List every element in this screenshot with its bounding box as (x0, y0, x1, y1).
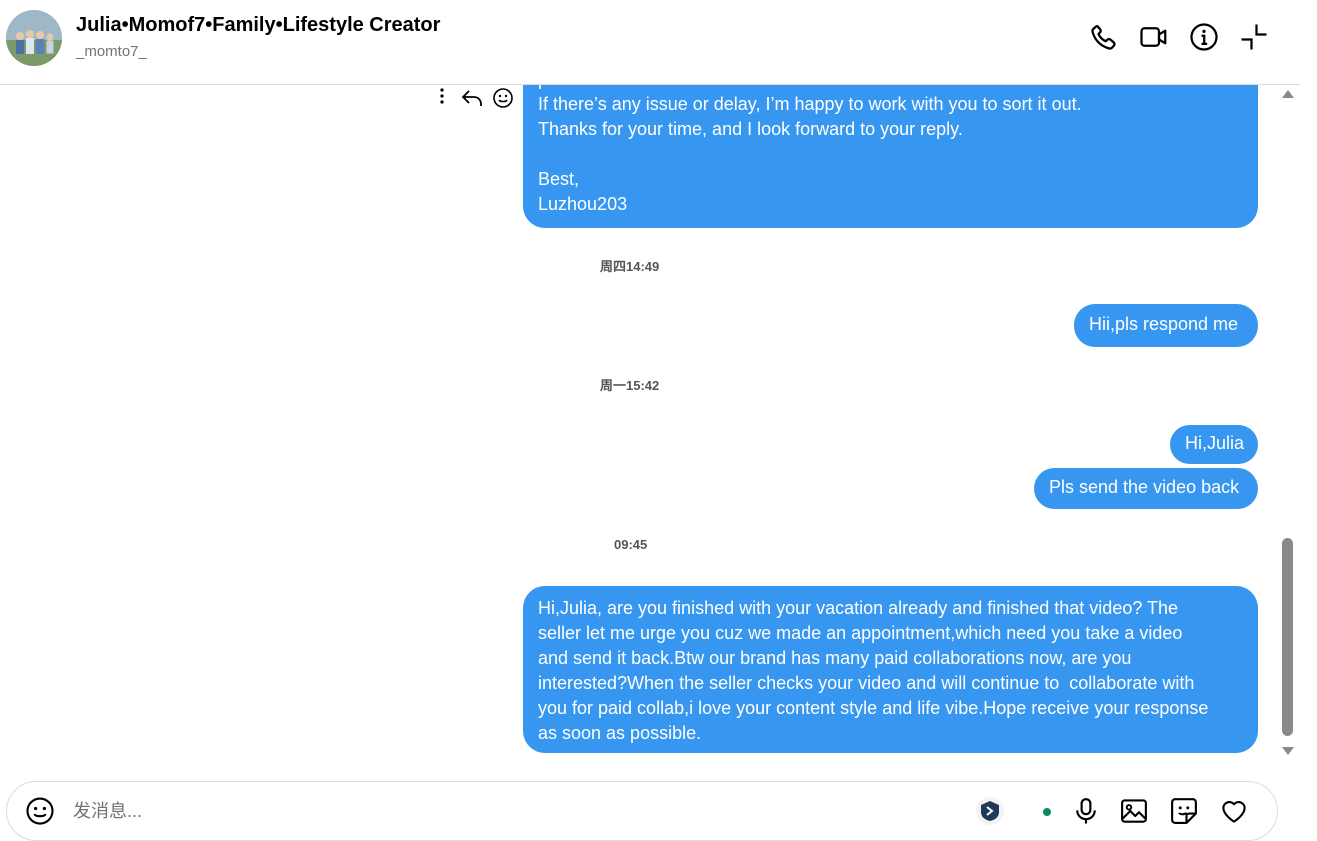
message-bubble-outgoing[interactable]: Hi,Julia (1170, 425, 1258, 464)
sticker-icon (1171, 798, 1197, 824)
message-list[interactable]: please let me know the status. If there’… (0, 85, 1278, 765)
conversation-info-button[interactable] (1187, 20, 1221, 54)
message-actions (432, 86, 517, 110)
message-composer (6, 781, 1278, 841)
scroll-up-arrow-icon[interactable] (1282, 90, 1294, 98)
avatar[interactable] (6, 10, 62, 66)
voice-message-button[interactable] (1069, 794, 1103, 828)
message-bubble-outgoing[interactable]: Hi,Julia, are you finished with your vac… (523, 586, 1258, 753)
video-call-button[interactable] (1137, 20, 1171, 54)
reply-icon[interactable] (460, 86, 484, 110)
extension-shield-icon (976, 797, 1004, 825)
audio-call-button[interactable] (1087, 20, 1121, 54)
phone-icon (1091, 24, 1116, 50)
avatar-image (6, 10, 62, 66)
message-timestamp: 周四14:49 (600, 259, 660, 274)
video-camera-icon (1140, 27, 1167, 47)
status-dot (1043, 808, 1051, 816)
minimize-button[interactable] (1237, 20, 1271, 54)
more-options-icon[interactable] (432, 86, 452, 106)
message-bubble-outgoing[interactable]: Hii,pls respond me (1074, 304, 1258, 347)
add-photo-button[interactable] (1117, 794, 1151, 828)
scrollbar-thumb[interactable] (1282, 538, 1293, 736)
info-icon (1190, 23, 1218, 51)
extension-button[interactable] (973, 794, 1007, 828)
message-timestamp: 周一15:42 (600, 378, 660, 393)
chat-header: Julia•Momof7•Family•Lifestyle Creator _m… (0, 0, 1300, 85)
minimize-icon (1241, 24, 1267, 50)
microphone-icon (1076, 798, 1096, 824)
react-emoji-icon[interactable] (491, 86, 515, 110)
image-icon (1121, 799, 1147, 823)
contact-handle: _momto7_ (76, 43, 147, 60)
emoji-icon (26, 797, 54, 825)
message-bubble-outgoing[interactable]: Pls send the video back (1034, 468, 1258, 509)
sticker-button[interactable] (1167, 794, 1201, 828)
heart-icon (1222, 801, 1246, 823)
scroll-down-arrow-icon[interactable] (1282, 747, 1294, 755)
message-input[interactable] (71, 798, 675, 824)
emoji-button[interactable] (23, 794, 57, 828)
message-bubble-outgoing[interactable]: please let me know the status. If there’… (523, 85, 1258, 228)
contact-name[interactable]: Julia•Momof7•Family•Lifestyle Creator (76, 14, 440, 37)
like-button[interactable] (1217, 794, 1251, 828)
message-timestamp: 09:45 (614, 537, 648, 552)
